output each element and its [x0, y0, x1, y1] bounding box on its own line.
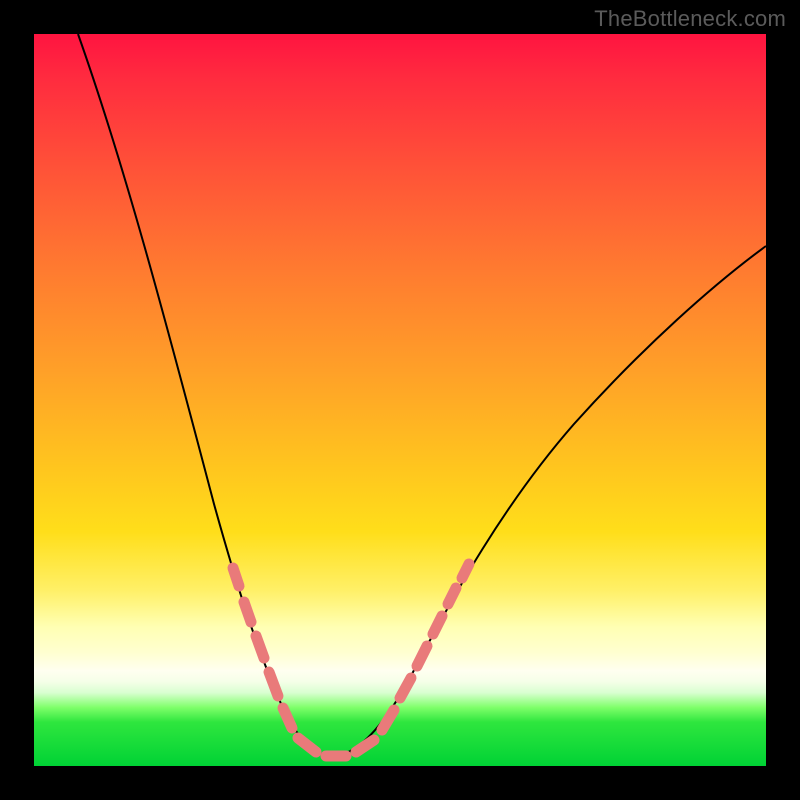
highlight-left-dashes	[233, 568, 292, 728]
chart-frame: TheBottleneck.com	[0, 0, 800, 800]
highlight-bottom-dashes	[298, 738, 374, 756]
chart-svg	[34, 34, 766, 766]
highlight-right-dashes	[382, 564, 469, 730]
chart-plot-area	[34, 34, 766, 766]
watermark-text: TheBottleneck.com	[594, 6, 786, 32]
